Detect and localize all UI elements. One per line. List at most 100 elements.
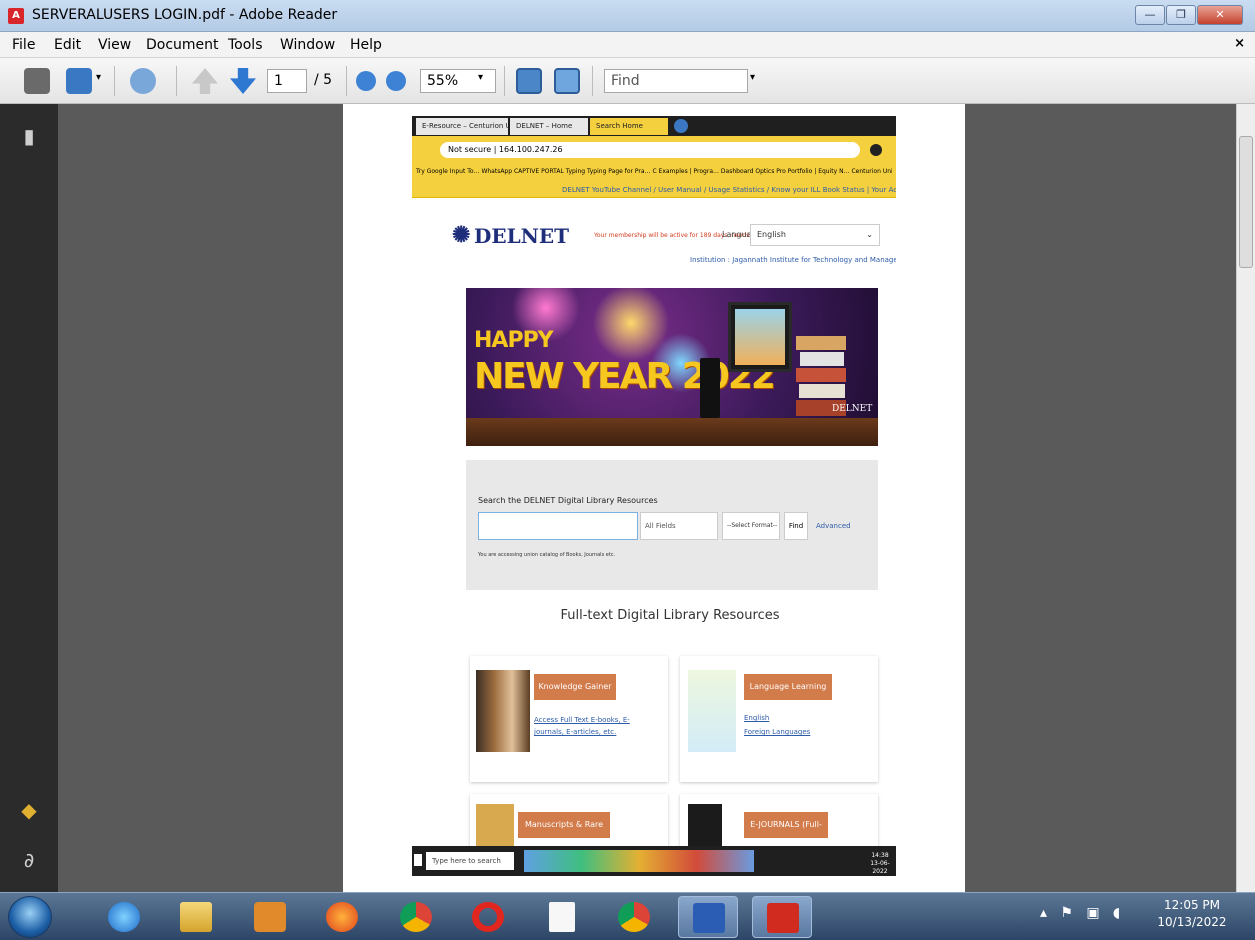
comments-icon[interactable]: ◆ — [16, 798, 42, 824]
volume-icon[interactable]: ◖ — [1113, 905, 1120, 921]
ie-taskbar-button[interactable] — [94, 896, 154, 938]
banner-logo-text: DELNET — [832, 404, 873, 414]
share-dropdown-icon[interactable]: ▾ — [96, 72, 101, 83]
delnet-logo-icon: ✺ — [452, 222, 471, 248]
find-input[interactable]: Find — [604, 69, 748, 93]
attachments-icon[interactable]: ∂ — [16, 848, 42, 874]
new-year-banner: HAPPY NEW YEAR 2022 DELNET — [466, 288, 878, 446]
search-format-select[interactable]: --Select Format-- — [722, 512, 780, 540]
chrome-taskbar-button[interactable] — [386, 896, 446, 938]
search-note: You are accessing union catalog of Books… — [478, 552, 616, 558]
navigation-panel: ▮ ◆ ∂ — [0, 104, 58, 892]
fulltext-title: Full-text Digital Library Resources — [560, 608, 780, 623]
knowledge-gainer-button[interactable]: Knowledge Gainer Portal — [534, 674, 616, 717]
minimize-button[interactable]: — — [1135, 5, 1165, 25]
search-find-button[interactable]: Find — [784, 512, 808, 540]
english-link[interactable]: English — [744, 712, 769, 724]
foreign-languages-link[interactable]: Foreign Languages — [744, 726, 810, 738]
opera-icon — [472, 902, 504, 932]
search-fields-select[interactable]: All Fields — [640, 512, 718, 540]
menu-tools[interactable]: Tools — [228, 37, 263, 53]
language-value: English — [757, 230, 786, 239]
folder-icon — [180, 902, 212, 932]
document-close-button[interactable]: × — [1234, 36, 1245, 51]
fit-page-icon[interactable] — [554, 68, 580, 94]
maximize-button[interactable]: ❐ — [1166, 5, 1196, 25]
windows-start-icon[interactable] — [414, 854, 422, 866]
close-button[interactable]: ✕ — [1197, 5, 1243, 25]
network-icon[interactable]: ▣ — [1086, 905, 1099, 921]
knowledge-gainer-link[interactable]: Access Full Text E-books, E-journals, E-… — [534, 714, 644, 738]
manuscripts-button[interactable]: Manuscripts & Rare Books — [518, 812, 610, 855]
browser-tab-active[interactable]: Search Home — [590, 118, 668, 135]
shelf-graphic — [466, 418, 878, 446]
delnet-page: ✺ DELNET Your membership will be active … — [452, 204, 896, 855]
url-field[interactable]: Not secure | 164.100.247.26 — [440, 142, 860, 158]
ejournals-button[interactable]: E-JOURNALS (Full-Text) — [744, 812, 828, 855]
menu-edit[interactable]: Edit — [54, 37, 81, 53]
card-knowledge-gainer: Knowledge Gainer Portal Access Full Text… — [470, 656, 668, 782]
media-taskbar-button[interactable] — [240, 896, 300, 938]
word-icon — [693, 903, 725, 933]
prev-page-icon[interactable] — [192, 68, 218, 94]
zoom-in-icon[interactable] — [386, 71, 406, 91]
search-input[interactable] — [478, 512, 638, 540]
pinned-apps[interactable] — [524, 850, 754, 872]
browser-address-bar: Not secure | 164.100.247.26 — [412, 136, 896, 164]
welcome-image — [688, 670, 736, 752]
zoom-dropdown-icon[interactable]: ▾ — [478, 72, 483, 83]
scrollbar-thumb[interactable] — [1239, 136, 1253, 268]
menu-file[interactable]: File — [12, 37, 35, 53]
language-learning-button[interactable]: Language Learning Portal — [744, 674, 832, 717]
new-tab-icon[interactable] — [674, 119, 688, 133]
bookmarks-row[interactable]: Try Google Input To… WhatsApp CAPTIVE PO… — [416, 168, 892, 175]
share-icon[interactable] — [66, 68, 92, 94]
adobe-reader-icon: A — [8, 8, 24, 24]
vertical-scrollbar[interactable] — [1236, 104, 1255, 892]
blank-document-icon — [549, 902, 575, 932]
start-button[interactable] — [8, 896, 52, 938]
search-panel: Search the DELNET Digital Library Resour… — [466, 460, 878, 590]
chrome-profile-icon — [618, 902, 650, 932]
menu-view[interactable]: View — [98, 37, 131, 53]
menu-window[interactable]: Window — [280, 37, 335, 53]
explorer-taskbar-button[interactable] — [166, 896, 226, 938]
profile-icon[interactable] — [870, 144, 882, 156]
menu-document[interactable]: Document — [146, 37, 219, 53]
fit-width-icon[interactable] — [516, 68, 542, 94]
inner-search-box[interactable]: Type here to search — [426, 852, 514, 870]
zoom-level-select[interactable]: 55% — [420, 69, 496, 93]
browser-tab[interactable]: DELNET – Home — [510, 118, 588, 135]
chrome-profile-taskbar-button[interactable] — [604, 896, 664, 938]
delnet-top-links[interactable]: DELNET YouTube Channel / User Manual / U… — [562, 186, 896, 194]
page-number-input[interactable]: 1 — [267, 69, 307, 93]
menu-help[interactable]: Help — [350, 37, 382, 53]
firefox-taskbar-button[interactable] — [312, 896, 372, 938]
find-dropdown-icon[interactable]: ▾ — [750, 72, 755, 83]
acrobat-taskbar-button[interactable] — [752, 896, 812, 938]
opera-taskbar-button[interactable] — [458, 896, 518, 938]
tray-expand-icon[interactable]: ▴ — [1040, 905, 1047, 921]
language-select[interactable]: English ⌄ — [750, 224, 880, 246]
menu-bar: File Edit View Document Tools Window Hel… — [0, 32, 1255, 58]
search-title: Search the DELNET Digital Library Resour… — [478, 496, 658, 505]
advanced-search-link[interactable]: Advanced — [816, 522, 851, 530]
card-manuscripts: Manuscripts & Rare Books — [470, 794, 668, 855]
system-tray[interactable]: ▴ ⚑ ▣ ◖ — [1040, 905, 1120, 921]
zoom-out-icon[interactable] — [356, 71, 376, 91]
action-center-icon[interactable]: ⚑ — [1060, 905, 1073, 921]
toolbar: ▾ 1 / 5 55% ▾ Find ▾ — [0, 58, 1255, 104]
firefox-icon — [326, 902, 358, 932]
document-taskbar-button[interactable] — [532, 896, 592, 938]
chevron-down-icon: ⌄ — [866, 230, 873, 239]
pages-icon[interactable]: ▮ — [16, 124, 42, 150]
delnet-logo-text: DELNET — [474, 224, 570, 248]
title-bar: A SERVERALUSERS LOGIN.pdf - Adobe Reader… — [0, 0, 1255, 32]
collab-icon[interactable] — [130, 68, 156, 94]
window-title: SERVERALUSERS LOGIN.pdf - Adobe Reader — [32, 7, 338, 23]
taskbar-clock[interactable]: 12:05 PM 10/13/2022 — [1152, 897, 1232, 931]
browser-tab[interactable]: E-Resource – Centurion Universi — [416, 118, 508, 135]
word-taskbar-button[interactable] — [678, 896, 738, 938]
print-icon[interactable] — [24, 68, 50, 94]
next-page-icon[interactable] — [230, 68, 256, 94]
